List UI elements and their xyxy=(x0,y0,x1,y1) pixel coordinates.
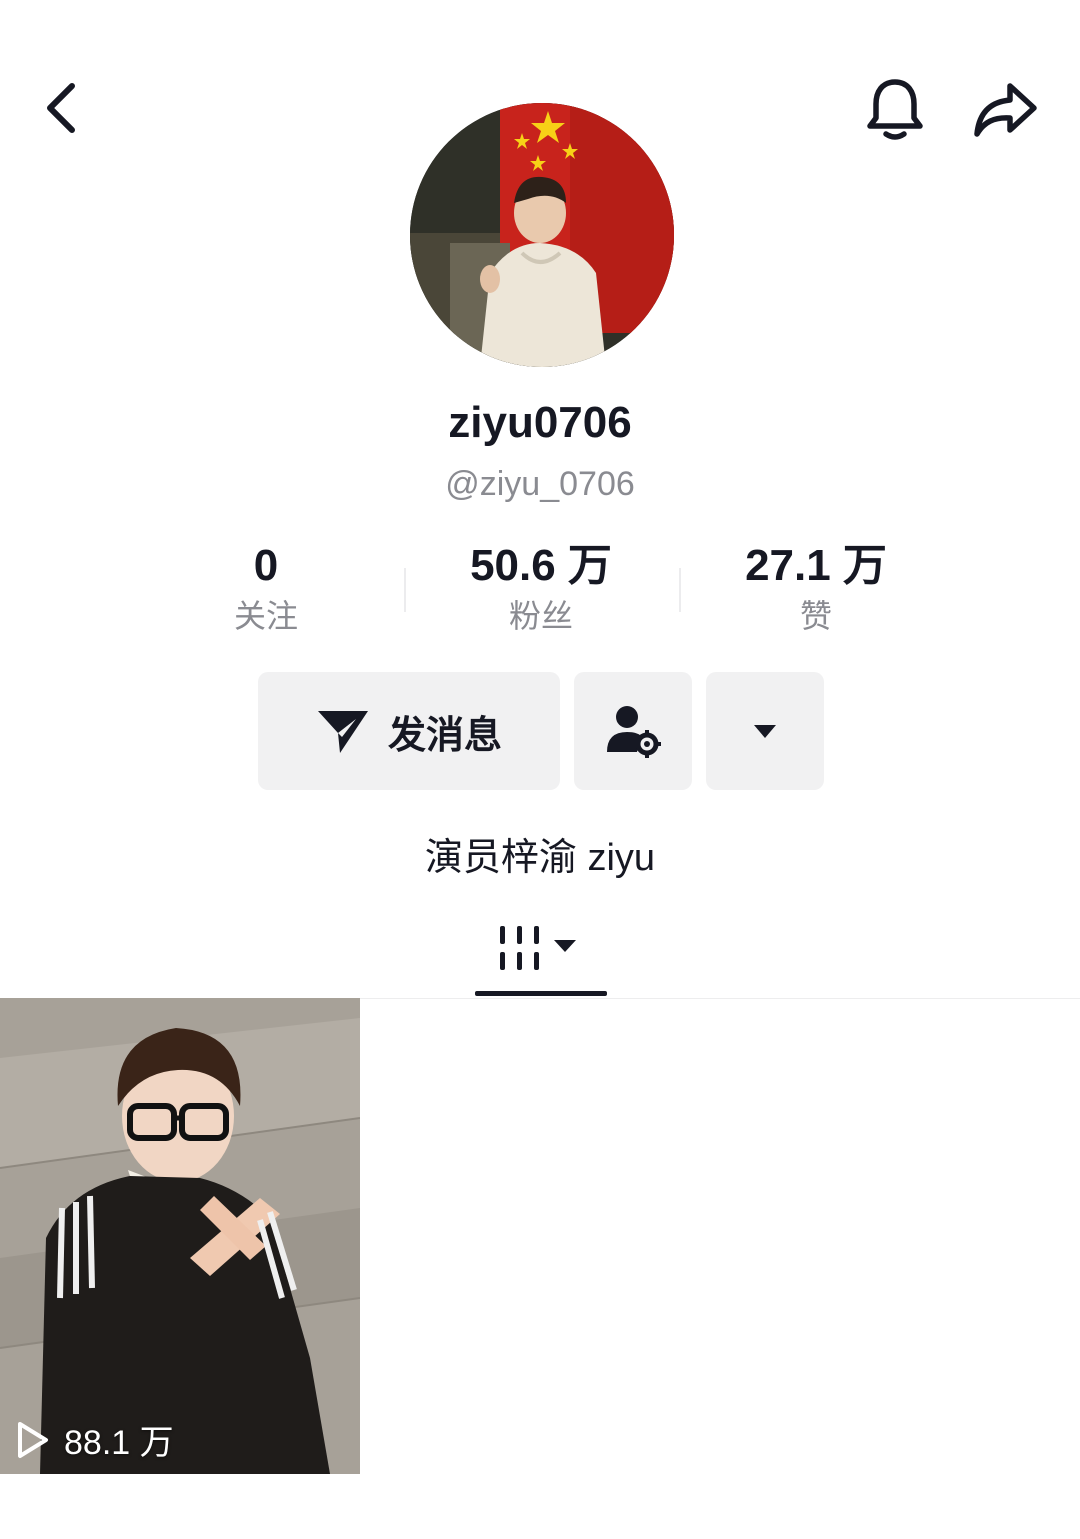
video-cover-photo xyxy=(0,998,360,1474)
chevron-left-icon xyxy=(47,83,75,133)
user-gear-icon xyxy=(607,706,661,758)
stats-row: 0 关注 50.6 万 粉丝 27.1 万 赞 xyxy=(128,538,954,638)
play-outline-icon xyxy=(18,1421,48,1458)
paper-plane-icon xyxy=(317,711,368,753)
content-tab-bar xyxy=(0,900,1080,999)
video-view-count: 88.1 万 xyxy=(64,1424,174,1462)
avatar-photo xyxy=(410,103,674,367)
likes-label: 赞 xyxy=(799,598,832,634)
bell-icon xyxy=(867,79,923,140)
share-arrow-icon xyxy=(974,83,1037,137)
likes-count: 27.1 万 xyxy=(745,541,887,590)
video-views: 88.1 万 xyxy=(16,1415,174,1464)
followers-label: 粉丝 xyxy=(508,598,573,634)
user-handle: @ziyu_0706 xyxy=(445,465,635,503)
user-settings-button[interactable] xyxy=(574,672,692,790)
notifications-button[interactable] xyxy=(858,70,932,150)
active-tab-indicator xyxy=(475,991,607,996)
tab-works[interactable] xyxy=(475,900,607,998)
video-thumbnail[interactable]: 88.1 万 xyxy=(0,998,360,1474)
send-message-label: 发消息 xyxy=(387,714,502,757)
send-message-button[interactable]: 发消息 xyxy=(258,672,560,790)
avatar[interactable] xyxy=(410,103,674,367)
share-button[interactable] xyxy=(966,70,1046,150)
display-name: ziyu0706 xyxy=(448,398,632,447)
caret-down-icon xyxy=(754,725,776,738)
following-count: 0 xyxy=(253,541,279,590)
back-button[interactable] xyxy=(30,72,94,144)
stat-likes[interactable]: 27.1 万 赞 xyxy=(678,538,954,638)
followers-count: 50.6 万 xyxy=(470,541,612,590)
grid-bars-icon xyxy=(500,926,576,970)
stat-followers[interactable]: 50.6 万 粉丝 xyxy=(403,538,679,638)
stat-following[interactable]: 0 关注 xyxy=(128,538,404,638)
profile-bio: 演员梓渝 ziyu xyxy=(424,837,656,879)
following-label: 关注 xyxy=(233,598,298,634)
more-options-button[interactable] xyxy=(706,672,824,790)
